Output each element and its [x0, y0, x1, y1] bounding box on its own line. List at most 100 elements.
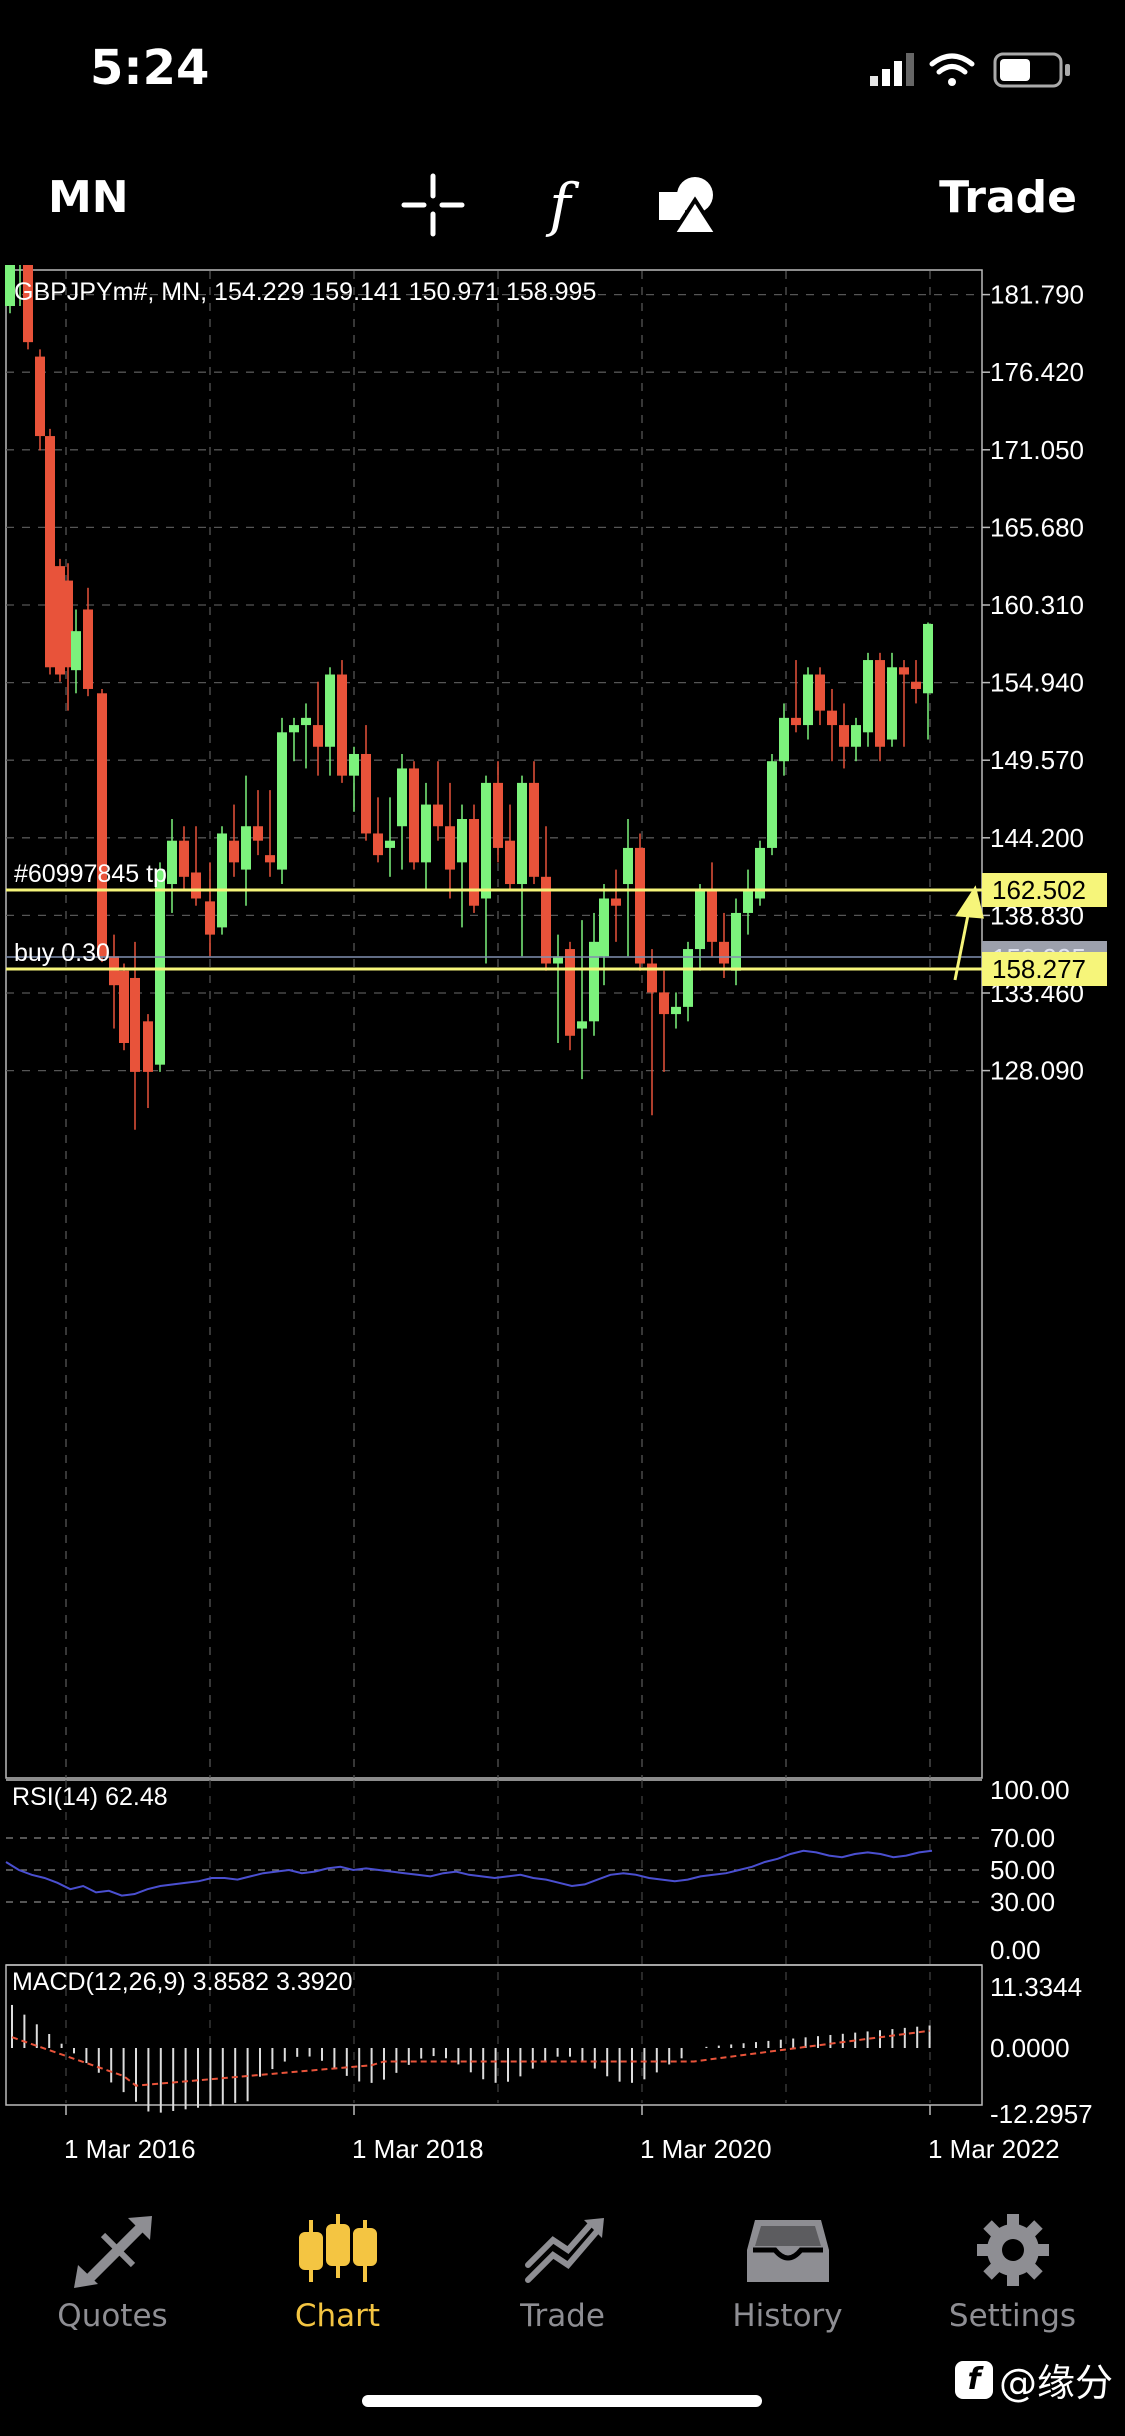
tp-arrow-icon [953, 885, 984, 981]
price-tick-label: 181.790 [990, 280, 1084, 310]
status-icons [870, 50, 1080, 90]
candle-body [265, 855, 275, 863]
watermark-text: @缘分 [998, 2361, 1113, 2405]
signal-icon [870, 53, 914, 86]
macd-tick-label: 0.0000 [990, 2033, 1070, 2063]
rsi-label: RSI(14) 62.48 [12, 1783, 168, 1811]
date-label: 1 Mar 2018 [352, 2134, 484, 2164]
price-tick-label: 165.680 [990, 512, 1084, 542]
tab-quotes[interactable]: Quotes [0, 2210, 225, 2334]
candle-body [589, 941, 599, 1022]
gear-tooth [1034, 2244, 1049, 2256]
indicators-icon[interactable]: f [525, 170, 595, 240]
candles-icon [298, 2214, 377, 2282]
candle-body [923, 623, 933, 694]
quotes-icon [73, 2216, 152, 2288]
candle-body [875, 660, 885, 747]
gear-tooth [976, 2244, 991, 2256]
rsi-tick-label: 30.00 [990, 1887, 1055, 1917]
gear-tooth [1006, 2272, 1019, 2286]
candle-body [409, 768, 419, 863]
price-tick-label: 128.090 [990, 1056, 1084, 1086]
candle-body [457, 819, 467, 863]
weibo-logo-icon: f [954, 2360, 993, 2399]
timeframe-button[interactable]: MN [48, 172, 129, 223]
candle-body [433, 804, 443, 827]
battery-icon [993, 52, 1070, 88]
price-tick-label: 149.570 [990, 745, 1084, 775]
candle-body [71, 631, 81, 671]
rsi-tick-label: 70.00 [990, 1823, 1055, 1853]
candle-body [35, 356, 45, 437]
candle-body [179, 840, 189, 877]
macd-label: MACD(12,26,9) 3.8582 3.3920 [12, 1968, 353, 1996]
candle-body [205, 901, 215, 935]
candles-layer [5, 265, 933, 1130]
tp-price: 162.502 [992, 875, 1086, 905]
candle-body [767, 761, 777, 848]
candle-body [130, 977, 140, 1072]
candle-body [229, 840, 239, 863]
watermark: f @缘分 [954, 2352, 1113, 2407]
candle-body [611, 898, 621, 906]
candle-body [719, 941, 729, 964]
date-label: 1 Mar 2022 [928, 2134, 1060, 2164]
status-time: 5:24 [90, 40, 210, 96]
candle-body [815, 674, 825, 711]
price-tick-label: 171.050 [990, 435, 1084, 465]
inbox-icon [746, 2220, 829, 2282]
candle-body [191, 872, 201, 899]
chart-toolbar: MN f Trade [0, 150, 1125, 250]
gear-tooth [1006, 2214, 1019, 2228]
price-tick-label: 144.200 [990, 823, 1084, 853]
chart-grid [6, 271, 982, 2103]
price-chart[interactable]: 100.00 70.0050.0030.00 0.00 11.3344 0.0000 -… [0, 265, 1125, 2175]
rsi-line [5, 1849, 933, 1897]
candle-body [839, 725, 849, 747]
tab-quotes-label: Quotes [57, 2298, 168, 2334]
candle-body [529, 782, 539, 877]
candle-body [241, 826, 251, 870]
macd-tick-label: -12.2957 [990, 2099, 1093, 2129]
tab-chart-label: Chart [294, 2298, 381, 2334]
candle-body [385, 840, 395, 848]
home-indicator [362, 2395, 762, 2407]
wifi-icon [929, 53, 975, 86]
candle-body [707, 891, 717, 942]
candle-body [481, 782, 491, 899]
svg-text:f: f [545, 171, 580, 239]
candle-body [899, 667, 909, 675]
candle-body [277, 732, 287, 870]
candle-body [791, 717, 801, 726]
trade-button[interactable]: Trade [939, 172, 1077, 223]
date-label: 1 Mar 2016 [64, 2134, 196, 2164]
tp-label: #60997845 tp [14, 860, 167, 888]
candle-body [517, 782, 527, 885]
candle-body [361, 753, 371, 834]
candle-body [167, 840, 177, 885]
tab-settings-label: Settings [948, 2298, 1077, 2334]
candle-body [373, 833, 383, 856]
tab-chart[interactable]: Chart [225, 2210, 450, 2334]
candle-body [659, 992, 669, 1015]
candle-body [421, 804, 431, 863]
tab-settings[interactable]: Settings [900, 2210, 1125, 2334]
candle-body [743, 891, 753, 913]
candle-body [289, 725, 299, 733]
candle-body [887, 667, 897, 740]
tab-history[interactable]: History [675, 2210, 900, 2334]
candle-body [803, 674, 813, 726]
crosshair-icon[interactable] [398, 170, 468, 240]
candle-body [469, 819, 479, 906]
candle-body [695, 891, 705, 950]
candle-body [671, 1006, 681, 1015]
candle-body [445, 826, 455, 870]
objects-icon[interactable] [655, 170, 725, 240]
candle-body [623, 847, 633, 885]
tab-trade[interactable]: Trade [450, 2210, 675, 2334]
date-label: 1 Mar 2020 [640, 2134, 772, 2164]
candle-body [109, 956, 119, 986]
buy-price: 158.277 [992, 954, 1086, 984]
price-tick-label: 160.310 [990, 590, 1084, 620]
rsi-tick-label: 0.00 [990, 1935, 1041, 1965]
